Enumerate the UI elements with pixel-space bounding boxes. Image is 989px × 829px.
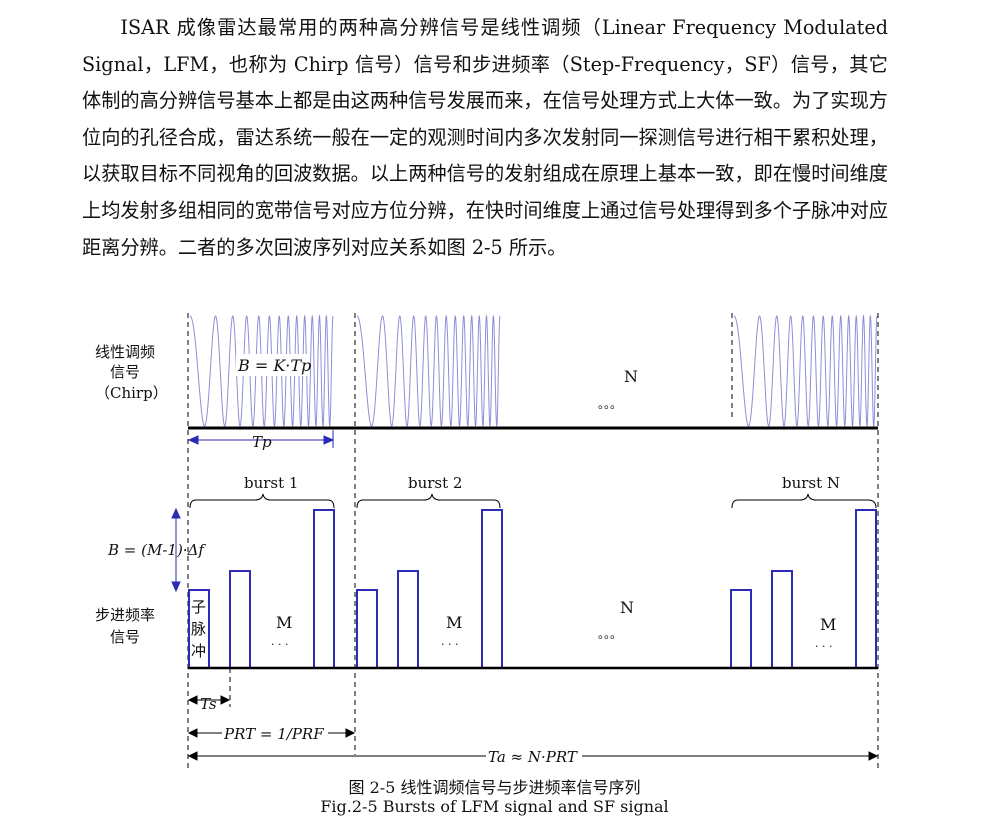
m-label-2: M (446, 613, 462, 632)
burst-braces (189, 493, 877, 509)
sf-pulse (771, 570, 793, 669)
sf-bandwidth-label: B = (M-1)·Δf (107, 541, 206, 559)
chirp-bandwidth-label: B = K·Tp (237, 356, 311, 375)
prt-label: PRT = 1/PRF (223, 725, 324, 743)
chirp-burst-3 (733, 314, 878, 428)
sf-pulse (313, 509, 335, 669)
ta-label: Ta ≈ N·PRT (488, 748, 578, 766)
subpulse-char1: 子 (191, 598, 206, 616)
m-dots-3: · · · (815, 640, 832, 653)
n-label-lower: N (620, 598, 634, 617)
figure-caption-zh: 图 2-5 线性调频信号与步进频率信号序列 (348, 778, 641, 797)
m-dots-2: · · · (441, 638, 458, 651)
chirp-label-line2: 信号 (110, 363, 140, 381)
ts-label: Ts (200, 695, 217, 713)
subpulse-char3: 冲 (191, 642, 206, 660)
dots-lower: 。。。 (598, 627, 622, 641)
figure-2-5: Tp 线性调频 信号 （Chirp） B = K·Tp N 。。。 burst … (95, 313, 879, 768)
sf-pulses (188, 509, 877, 669)
figure-caption-en: Fig.2-5 Bursts of LFM signal and SF sign… (320, 797, 669, 816)
sf-pulse (730, 589, 752, 669)
burst-boundaries (187, 313, 879, 768)
sf-label-line2: 信号 (110, 628, 140, 646)
chirp-burst-2 (356, 314, 501, 428)
sf-pulse (855, 509, 877, 669)
tp-label: Tp (252, 433, 272, 451)
sf-label-line1: 步进频率 (95, 606, 155, 624)
burst2-label: burst 2 (408, 474, 462, 492)
n-label-upper: N (624, 367, 638, 386)
sf-pulse (481, 509, 503, 669)
sf-pulse (397, 570, 419, 669)
chirp-label-line3: （Chirp） (95, 384, 168, 402)
subpulse-char2: 脉 (191, 620, 206, 638)
m-label-3: M (820, 615, 836, 634)
burstN-label: burst N (782, 474, 840, 492)
burst1-label: burst 1 (244, 474, 298, 492)
m-dots-1: · · · (271, 638, 288, 651)
sf-pulse (229, 570, 251, 669)
dots-upper: 。。。 (598, 397, 622, 411)
chirp-label-line1: 线性调频 (95, 343, 155, 361)
sf-pulse (356, 589, 378, 669)
m-label-1: M (276, 613, 292, 632)
